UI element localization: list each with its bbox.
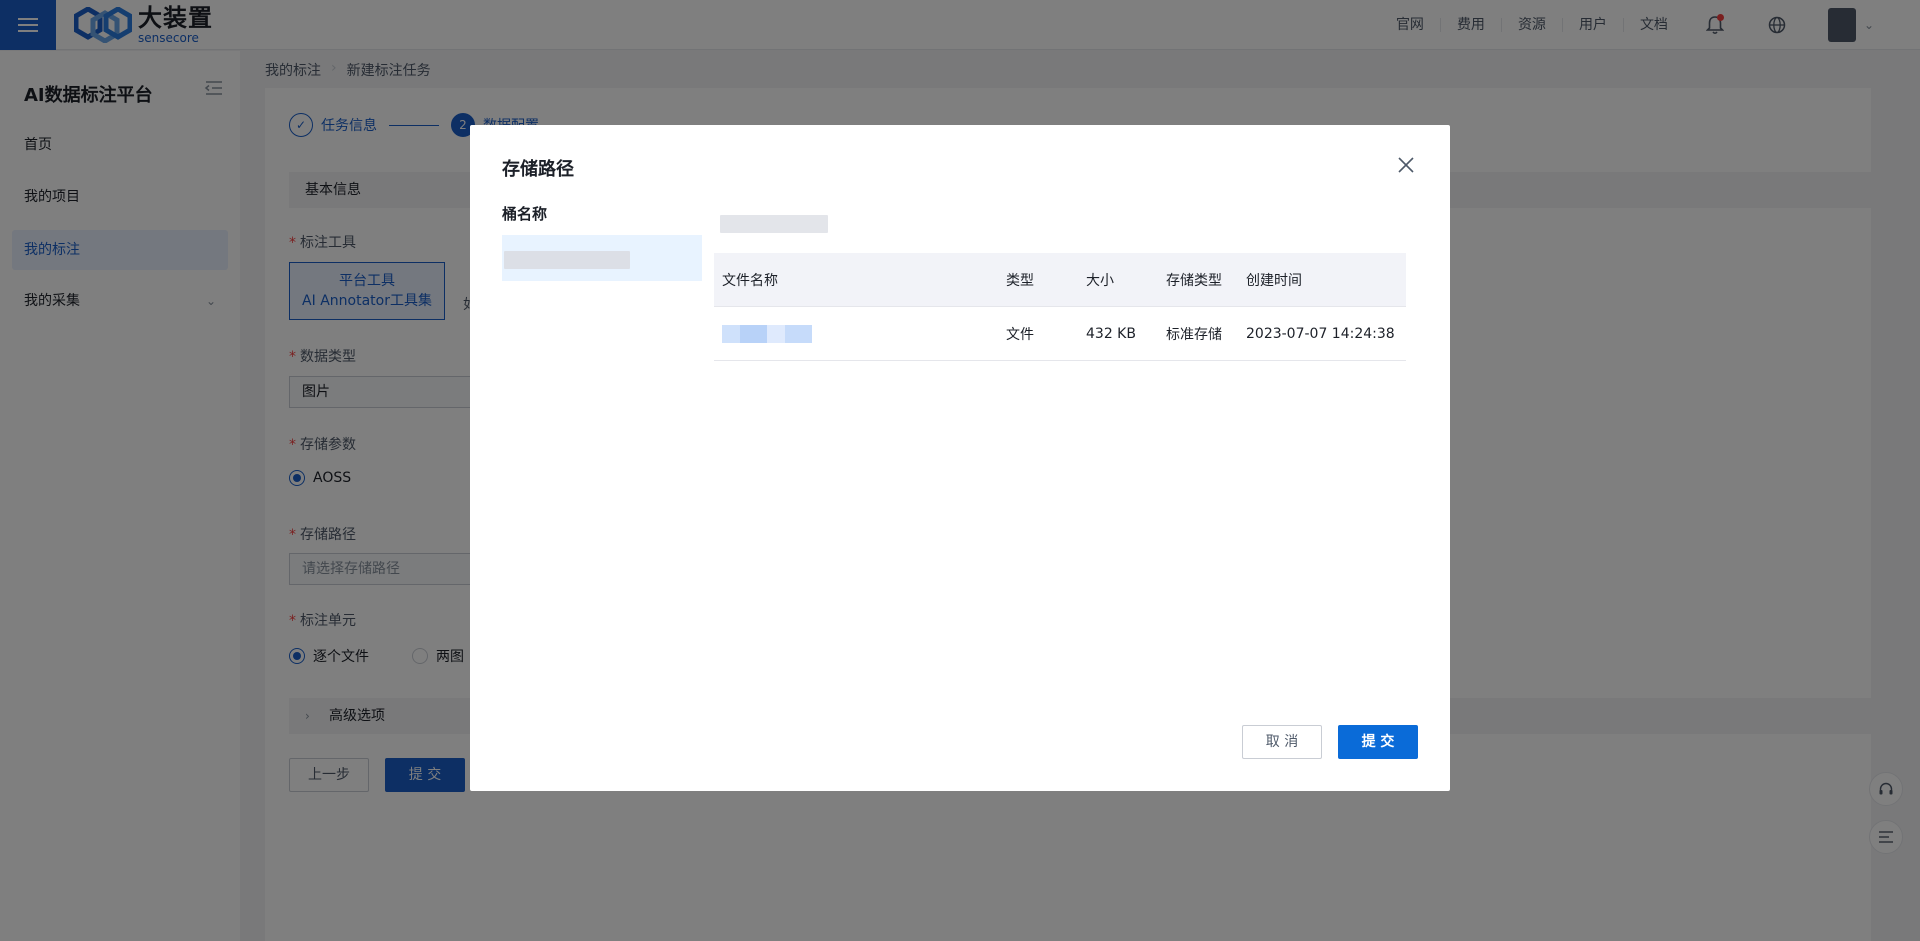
file-size: 432 KB: [1086, 325, 1136, 342]
bucket-name-redacted: [504, 251, 630, 269]
column-header-type: 类型: [1006, 272, 1034, 289]
table-header: 文件名称 类型 大小 存储类型 创建时间: [714, 253, 1406, 307]
cancel-button[interactable]: 取 消: [1242, 725, 1322, 759]
storage-path-dialog: 存储路径 桶名称 文件名称 类型 大小 存储类型 创建时间 文件 432 KB …: [470, 125, 1450, 791]
bucket-label: 桶名称: [502, 205, 548, 223]
file-name-redacted: [722, 324, 812, 343]
file-name-link[interactable]: [714, 324, 1006, 343]
file-table: 文件名称 类型 大小 存储类型 创建时间 文件 432 KB 标准存储 2023…: [714, 253, 1406, 361]
dialog-submit-button[interactable]: 提 交: [1338, 725, 1418, 759]
close-icon[interactable]: [1396, 155, 1418, 177]
file-created-time: 2023-07-07 14:24:38: [1246, 325, 1395, 342]
table-row[interactable]: 文件 432 KB 标准存储 2023-07-07 14:24:38: [714, 307, 1406, 361]
column-header-created: 创建时间: [1246, 272, 1302, 289]
column-header-name: 文件名称: [722, 272, 778, 289]
path-breadcrumb-redacted: [720, 215, 828, 233]
dialog-title: 存储路径: [502, 159, 574, 180]
bucket-item[interactable]: [502, 235, 702, 281]
file-storage-type: 标准存储: [1166, 326, 1222, 343]
column-header-storage-type: 存储类型: [1166, 272, 1222, 289]
column-header-size: 大小: [1086, 272, 1114, 289]
file-type: 文件: [1006, 326, 1034, 343]
